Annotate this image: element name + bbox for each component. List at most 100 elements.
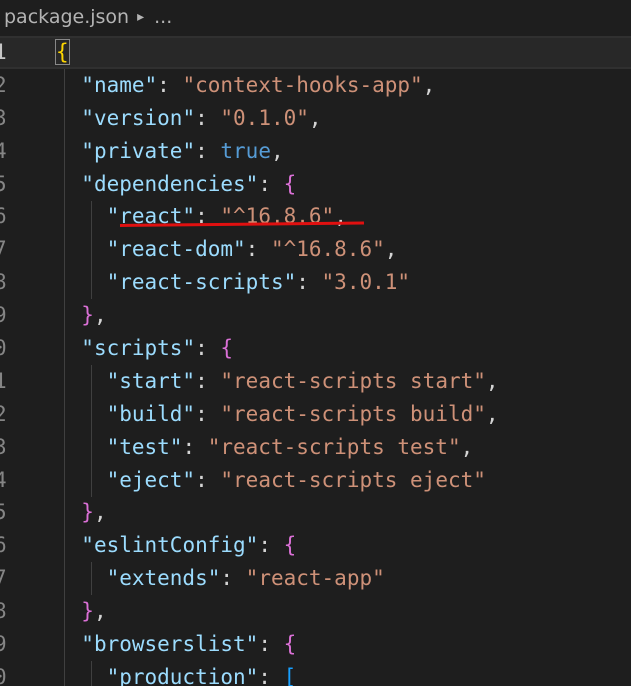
line-number: 1 [0,40,7,64]
code-line[interactable]: 7 "react-dom": "^16.8.6", [0,233,631,266]
code-line[interactable]: 9 "browserslist": { [0,628,631,661]
code-token: "3.0.1" [321,270,411,295]
code-token: "start" [106,368,196,393]
code-token: , [308,105,322,130]
code-token: : [195,105,221,130]
line-content: "browserslist": { [56,628,296,661]
code-token: "name" [81,72,158,97]
line-content: "scripts": { [56,332,233,365]
code-token: { [220,336,234,361]
code-token: { [283,632,297,657]
code-line[interactable]: 4 "eject": "react-scripts eject" [0,464,631,497]
code-token: "react-scripts build" [220,401,486,426]
code-token: : [220,566,246,591]
line-content: "private": true, [56,135,284,168]
line-number: 9 [0,303,7,328]
line-number: 9 [0,632,7,657]
line-content: "start": "react-scripts start", [56,365,499,398]
code-token: : [296,270,322,295]
code-token: "react-scripts test" [207,434,461,459]
line-content: "eject": "react-scripts eject" [56,464,486,497]
line-content: "extends": "react-app" [56,562,385,595]
code-token: , [485,401,499,426]
code-token: "version" [81,105,196,130]
line-number: 6 [0,533,7,558]
code-line[interactable]: 6 "react": "^16.8.6", [0,200,631,233]
line-number: 1 [0,368,7,393]
code-token: : [258,171,284,196]
code-token: , [93,303,107,328]
line-content: "dependencies": { [56,168,296,201]
code-token: "0.1.0" [220,105,309,130]
code-token: : [195,138,221,163]
code-line[interactable]: 7 "extends": "react-app" [0,562,631,595]
code-line[interactable]: 4 "private": true, [0,135,631,168]
code-token: , [334,204,347,229]
line-number: 6 [0,204,7,229]
code-token: { [283,171,297,196]
line-number: 4 [0,467,7,492]
code-token: "dependencies" [81,171,259,196]
indent-guide [91,365,92,497]
code-token: true [220,138,271,163]
line-number: 5 [0,500,7,525]
code-token: "react-scripts start" [220,368,486,393]
code-line[interactable]: 6 "eslintConfig": { [0,529,631,562]
code-token: } [81,599,94,624]
line-number: 2 [0,72,7,97]
code-token: , [270,138,284,163]
code-token: : [195,467,221,492]
code-line[interactable]: 1{ [0,36,631,69]
code-token: "react-dom" [106,237,246,262]
code-line[interactable]: 2 "name": "context-hooks-app", [0,69,631,102]
line-content: "react-scripts": "3.0.1" [56,266,410,299]
line-number: 7 [0,566,7,591]
indent-guide [91,562,92,596]
line-number: 4 [0,138,7,163]
code-line[interactable]: 3 "test": "react-scripts test", [0,431,631,464]
line-content: "react": "^16.8.6", [56,200,347,233]
code-token: "^16.8.6" [270,237,385,262]
code-token: } [81,303,94,328]
code-editor[interactable]: package.json ▸ ... 1{2 "name": "context-… [0,0,631,686]
code-line[interactable]: 3 "version": "0.1.0", [0,102,631,135]
chevron-right-icon: ▸ [137,9,145,25]
line-number: 2 [0,401,7,426]
code-token: "scripts" [81,336,196,361]
line-number: 3 [0,434,7,459]
line-number: 7 [0,237,7,262]
code-line[interactable]: 8 "react-scripts": "3.0.1" [0,266,631,299]
code-line[interactable]: 0 "production": [ [0,661,631,686]
code-token: { [55,39,70,65]
line-content: "react-dom": "^16.8.6", [56,233,398,266]
code-token: : [195,336,221,361]
code-line[interactable]: 0 "scripts": { [0,332,631,365]
code-line[interactable]: 1 "start": "react-scripts start", [0,365,631,398]
breadcrumb-file[interactable]: package.json [4,6,129,28]
code-area[interactable]: 1{2 "name": "context-hooks-app", 3 "versi… [0,36,631,686]
code-token: "react-app" [245,566,385,591]
line-content: "test": "react-scripts test", [56,431,474,464]
code-line[interactable]: 9 }, [0,299,631,332]
indent-guide [91,200,92,300]
code-token: : [182,434,208,459]
code-token: [ [283,664,297,686]
line-number: 8 [0,270,7,295]
code-line[interactable]: 2 "build": "react-scripts build", [0,398,631,431]
code-line[interactable]: 8 }, [0,595,631,628]
code-line[interactable]: 5 "dependencies": { [0,168,631,201]
code-token: "react-scripts eject" [220,467,486,492]
breadcrumb-ellipsis[interactable]: ... [154,6,172,28]
code-line[interactable]: 5 }, [0,496,631,529]
code-token: "eject" [106,467,196,492]
code-token: "context-hooks-app" [182,72,423,97]
code-token: "private" [81,138,196,163]
